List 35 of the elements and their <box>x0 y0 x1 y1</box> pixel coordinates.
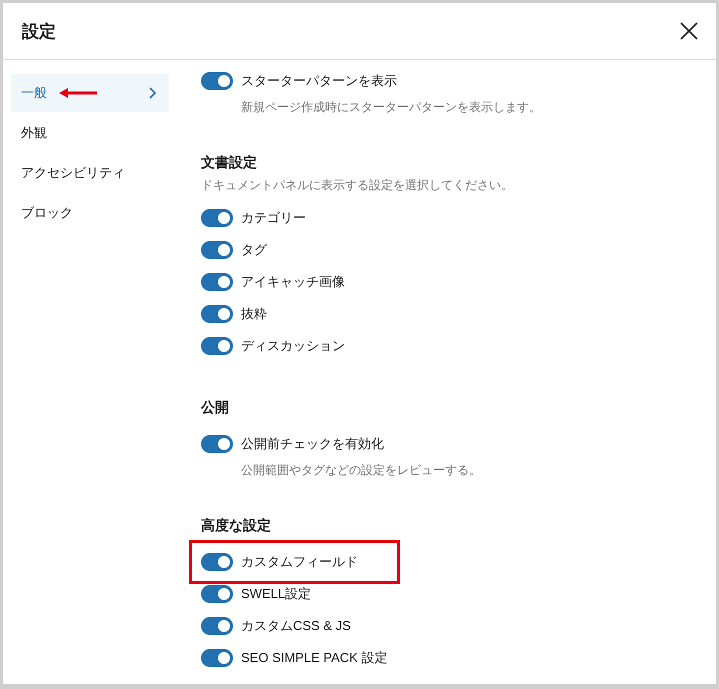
toggle-switch[interactable] <box>201 241 233 259</box>
section-heading: 文書設定 <box>201 153 258 172</box>
toggle-label: ディスカッション <box>241 337 345 355</box>
dialog-title: 設定 <box>22 20 56 42</box>
sidebar-item[interactable]: 一般 <box>11 74 169 112</box>
toggle-label: SWELL設定 <box>241 585 312 603</box>
toggle-switch[interactable] <box>201 553 233 571</box>
toggle-switch[interactable] <box>201 649 233 667</box>
setting-description: 新規ページ作成時にスターターパターンを表示します。 <box>240 99 542 116</box>
toggle-label: タグ <box>241 241 267 259</box>
toggle-label: アイキャッチ画像 <box>241 273 345 291</box>
toggle-switch[interactable] <box>201 305 233 323</box>
section-heading: 高度な設定 <box>201 516 272 535</box>
toggle-label: スターターパターンを表示 <box>241 72 397 90</box>
setting-description: 公開範囲やタグなどの設定をレビューする。 <box>240 462 482 479</box>
toggle-label: SEO SIMPLE PACK 設定 <box>241 649 388 667</box>
toggle-switch[interactable] <box>201 585 233 603</box>
toggle-label: カスタムCSS & JS <box>241 617 351 635</box>
section-description: ドキュメントパネルに表示する設定を選択してください。 <box>201 177 514 194</box>
sidebar-item[interactable]: 外観 <box>11 114 169 152</box>
toggle-label: 公開前チェックを有効化 <box>241 435 384 453</box>
toggle-label: 抜粋 <box>241 305 267 323</box>
toggle-switch[interactable] <box>201 337 233 355</box>
toggle-switch[interactable] <box>201 435 233 453</box>
toggle-label: カテゴリー <box>241 209 306 227</box>
section-heading: 公開 <box>201 398 230 417</box>
sidebar-item[interactable]: アクセシビリティ <box>11 154 169 192</box>
toggle-switch[interactable] <box>201 209 233 227</box>
sidebar-item[interactable]: ブロック <box>11 194 169 232</box>
toggle-switch[interactable] <box>201 72 233 90</box>
toggle-label: カスタムフィールド <box>241 553 358 571</box>
toggle-switch[interactable] <box>201 617 233 635</box>
toggle-switch[interactable] <box>201 273 233 291</box>
chevron-icon <box>147 86 157 100</box>
close-icon[interactable] <box>680 22 698 40</box>
